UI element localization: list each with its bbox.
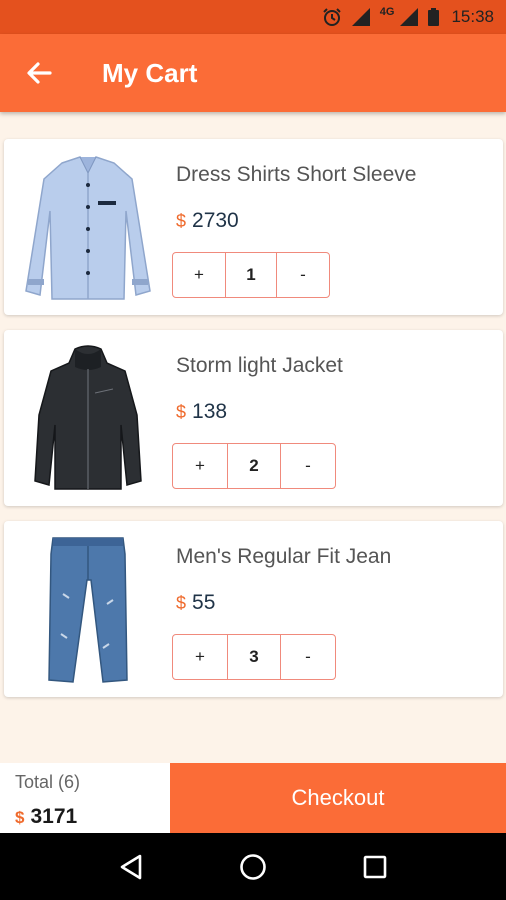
currency-symbol: $ xyxy=(15,808,25,827)
clock: 15:38 xyxy=(451,7,494,26)
jacket-image[interactable] xyxy=(18,340,158,496)
battery-icon xyxy=(428,8,440,26)
price-value: 55 xyxy=(192,591,216,614)
item-price: $55 xyxy=(176,591,215,615)
app-bar: My Cart xyxy=(0,34,506,112)
decrement-button[interactable]: - xyxy=(281,635,335,679)
quantity-stepper: + 1 - xyxy=(172,252,330,298)
back-nav-icon[interactable] xyxy=(111,847,151,887)
network-type: 4G xyxy=(379,6,395,18)
jeans-image[interactable] xyxy=(18,531,158,687)
total-amount: $3171 xyxy=(15,805,170,829)
decrement-button[interactable]: - xyxy=(277,253,329,297)
status-bar: 4G 15:38 xyxy=(0,0,506,34)
quantity-stepper: + 3 - xyxy=(172,634,336,680)
quantity-value: 3 xyxy=(227,635,281,679)
signal-icon xyxy=(400,8,419,26)
system-nav-bar xyxy=(0,833,506,900)
quantity-value: 2 xyxy=(227,444,281,488)
recents-nav-icon[interactable] xyxy=(355,847,395,887)
price-value: 138 xyxy=(192,400,228,423)
decrement-button[interactable]: - xyxy=(281,444,335,488)
signal-icon xyxy=(351,8,370,26)
alarm-icon xyxy=(322,7,342,27)
quantity-value: 1 xyxy=(225,253,277,297)
checkout-button[interactable]: Checkout xyxy=(170,763,506,833)
cart-item: Storm light Jacket $138 + 2 - xyxy=(4,330,503,506)
total-label: Total (6) xyxy=(15,772,81,792)
item-price: $2730 xyxy=(176,209,239,233)
item-price: $138 xyxy=(176,400,227,424)
cart-item: Men's Regular Fit Jean $55 + 3 - xyxy=(4,521,503,697)
checkout-bar: Total (6) $3171 Checkout xyxy=(0,763,506,833)
item-name: Storm light Jacket xyxy=(176,354,343,377)
price-value: 2730 xyxy=(192,209,239,232)
total-summary: Total (6) $3171 xyxy=(0,763,170,833)
home-nav-icon[interactable] xyxy=(233,847,273,887)
quantity-stepper: + 2 - xyxy=(172,443,336,489)
page-title: My Cart xyxy=(102,57,198,88)
cart-item: Dress Shirts Short Sleeve $2730 + 1 - xyxy=(4,139,503,315)
item-name: Men's Regular Fit Jean xyxy=(176,545,392,568)
increment-button[interactable]: + xyxy=(173,444,227,488)
currency-symbol: $ xyxy=(176,402,187,422)
currency-symbol: $ xyxy=(176,593,187,613)
shirt-image[interactable] xyxy=(18,149,158,305)
item-name: Dress Shirts Short Sleeve xyxy=(176,163,417,186)
total-value: 3171 xyxy=(30,805,78,828)
back-button[interactable] xyxy=(0,34,82,112)
increment-button[interactable]: + xyxy=(173,635,227,679)
currency-symbol: $ xyxy=(176,211,187,231)
increment-button[interactable]: + xyxy=(173,253,225,297)
arrow-left-icon xyxy=(27,62,52,84)
